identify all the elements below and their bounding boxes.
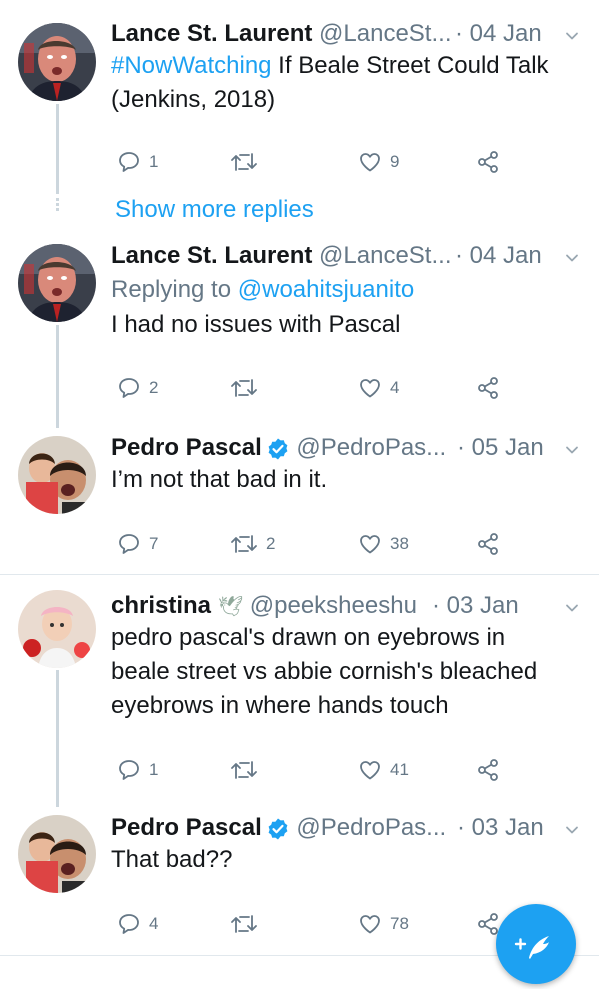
reply-button[interactable]: 4 — [117, 912, 158, 936]
like-icon — [358, 532, 382, 556]
hashtag-link[interactable]: #NowWatching — [111, 52, 272, 79]
like-button[interactable]: 78 — [358, 912, 409, 936]
retweet-icon — [230, 376, 258, 400]
share-icon — [476, 532, 500, 556]
retweet-icon — [230, 532, 258, 556]
like-icon — [358, 376, 382, 400]
like-icon — [358, 912, 382, 936]
avatar[interactable] — [18, 23, 96, 101]
tweet-date: · 03 Jan — [432, 592, 519, 619]
retweet-button[interactable] — [230, 376, 266, 400]
retweet-icon — [230, 758, 258, 782]
tweet-text: pedro pascal's drawn on eyebrows in beale… — [111, 624, 538, 719]
tweet-text: I’m not that bad in it. — [111, 466, 328, 493]
compose-tweet-button[interactable] — [496, 904, 576, 984]
tweet-date: · 04 Jan — [455, 242, 542, 269]
share-icon — [476, 758, 500, 782]
retweet-button[interactable] — [230, 912, 266, 936]
tweet-date: · 04 Jan — [455, 20, 542, 47]
share-icon — [476, 150, 500, 174]
thread-line — [56, 104, 59, 194]
replying-to: Replying to @woahitsjuanito — [111, 276, 415, 303]
chevron-down-icon[interactable] — [565, 823, 579, 837]
tweet-text: #NowWatching If Beale Street Could Talk(… — [111, 52, 549, 113]
author-handle: @LanceSt... — [319, 242, 452, 269]
chevron-down-icon[interactable] — [565, 601, 579, 615]
tweet-date: · 03 Jan — [457, 814, 544, 841]
author-handle: @LanceSt... — [319, 20, 452, 47]
retweet-icon — [230, 150, 258, 174]
verified-badge-icon — [266, 437, 290, 461]
author-handle: @PedroPas... — [296, 814, 447, 841]
share-icon — [476, 376, 500, 400]
like-button[interactable]: 9 — [358, 150, 399, 174]
dove-emoji-icon: 🕊 — [217, 596, 244, 618]
reply-icon — [117, 150, 141, 174]
share-button[interactable] — [476, 376, 500, 400]
like-button[interactable]: 41 — [358, 758, 409, 782]
retweet-button[interactable] — [230, 758, 266, 782]
reply-icon — [117, 912, 141, 936]
author-name[interactable]: Pedro Pascal @PedroPas... — [111, 814, 446, 842]
mention-link[interactable]: @woahitsjuanito — [238, 276, 414, 303]
like-icon — [358, 758, 382, 782]
show-more-replies-link[interactable]: Show more replies — [115, 196, 314, 224]
chevron-down-icon[interactable] — [565, 251, 579, 265]
author-name[interactable]: christina 🕊 @peeksheeshu — [111, 592, 417, 620]
reply-icon — [117, 758, 141, 782]
thread-line — [56, 670, 59, 807]
reply-icon — [117, 376, 141, 400]
thread-line — [56, 325, 59, 428]
author-handle: @peeksheeshu — [249, 592, 417, 619]
divider — [0, 574, 599, 575]
thread-gap-dots — [55, 196, 60, 222]
reply-button[interactable]: 1 — [117, 150, 158, 174]
avatar[interactable] — [18, 436, 96, 514]
reply-button[interactable]: 7 — [117, 532, 158, 556]
retweet-button[interactable] — [230, 150, 266, 174]
like-icon — [358, 150, 382, 174]
share-button[interactable] — [476, 150, 500, 174]
like-button[interactable]: 4 — [358, 376, 399, 400]
reply-icon — [117, 532, 141, 556]
avatar[interactable] — [18, 590, 96, 668]
tweet-date: · 05 Jan — [457, 434, 544, 461]
author-handle: @PedroPas... — [296, 434, 447, 461]
reply-button[interactable]: 1 — [117, 758, 158, 782]
avatar[interactable] — [18, 815, 96, 893]
author-name[interactable]: Lance St. Laurent @LanceSt... — [111, 242, 451, 270]
avatar[interactable] — [18, 244, 96, 322]
retweet-button[interactable]: 2 — [230, 532, 275, 556]
chevron-down-icon[interactable] — [565, 29, 579, 43]
reply-button[interactable]: 2 — [117, 376, 158, 400]
author-name[interactable]: Lance St. Laurent @LanceSt... — [111, 20, 451, 48]
share-button[interactable] — [476, 532, 500, 556]
like-button[interactable]: 38 — [358, 532, 409, 556]
chevron-down-icon[interactable] — [565, 443, 579, 457]
tweet-text: That bad?? — [111, 846, 233, 873]
retweet-icon — [230, 912, 258, 936]
tweet-text: I had no issues with Pascal — [111, 311, 401, 338]
author-name[interactable]: Pedro Pascal @PedroPas... — [111, 434, 446, 462]
share-button[interactable] — [476, 758, 500, 782]
compose-icon — [514, 936, 549, 959]
verified-badge-icon — [266, 817, 290, 841]
